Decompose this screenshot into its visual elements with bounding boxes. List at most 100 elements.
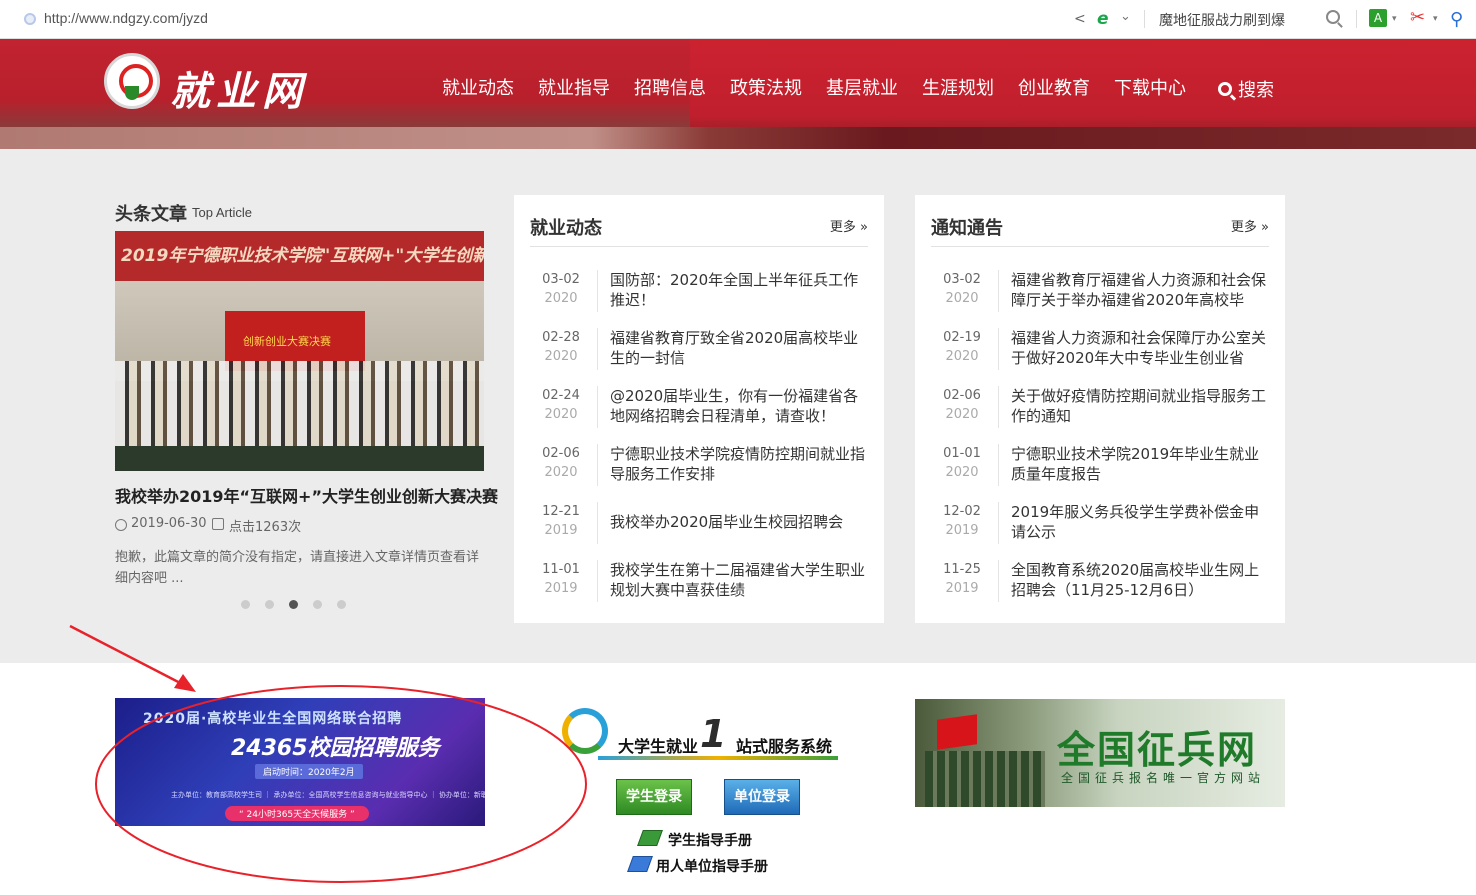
unit-login-button[interactable]: 单位登录	[724, 779, 800, 815]
more-link[interactable]: 更多 »	[1231, 216, 1269, 235]
notice-item[interactable]: 02-19 2020 福建省人力资源和社会保障厅办公室关于做好2020年大中专毕…	[931, 328, 1269, 374]
carousel-dot[interactable]	[313, 600, 322, 609]
clock-icon	[115, 519, 127, 531]
carousel-dot[interactable]	[265, 600, 274, 609]
carousel-dot-active[interactable]	[289, 600, 298, 609]
conscription-subtitle: 全国征兵报名唯一官方网站	[1061, 771, 1266, 785]
news-title[interactable]: 宁德职业技术学院疫情防控期间就业指导服务工作安排	[610, 444, 870, 484]
top-article-summary: 抱歉，此篇文章的简介没有指定，请直接进入文章详情页查看详细内容吧 ...	[115, 550, 480, 586]
chevron-down-icon[interactable]: ▾	[1392, 14, 1397, 24]
divider	[597, 270, 598, 312]
notice-year: 2020	[945, 291, 979, 306]
magnifier-icon[interactable]: ⚲	[1450, 9, 1463, 30]
notice-year: 2019	[945, 523, 979, 538]
employer-manual-link[interactable]: 用人单位指导手册	[656, 856, 768, 876]
notice-date: 11-25	[943, 562, 981, 577]
student-login-button[interactable]: 学生登录	[616, 779, 692, 815]
nav-item-recruitment[interactable]: 招聘信息	[634, 74, 706, 104]
onestop-title-left[interactable]: 大学生就业	[618, 733, 698, 757]
news-title[interactable]: @2020届毕业生，你有一份福建省各地网络招聘会日程清单，请查收！	[610, 386, 870, 426]
divider	[597, 560, 598, 602]
banner-time: 启动时间：2020年2月	[255, 764, 363, 779]
nav-search-label: 搜索	[1238, 80, 1274, 101]
notice-item[interactable]: 11-25 2019 全国教育系统2020届高校毕业生网上招聘会（11月25-1…	[931, 560, 1269, 606]
flag-icon	[937, 714, 977, 750]
news-item[interactable]: 03-02 2020 国防部：2020年全国上半年征兵工作推迟！	[530, 270, 868, 316]
nav-item-grassroots[interactable]: 基层就业	[826, 74, 898, 104]
nav-item-employment-guidance[interactable]: 就业指导	[538, 74, 610, 104]
divider	[998, 386, 999, 428]
top-article-date: 2019-06-30	[131, 516, 207, 531]
book-icon	[627, 856, 653, 872]
carousel-dot[interactable]	[241, 600, 250, 609]
news-item[interactable]: 02-28 2020 福建省教育厅致全省2020届高校毕业生的一封信	[530, 328, 868, 374]
banner-pill: “ 24小时365天全天候服务 ”	[225, 806, 369, 821]
notice-title[interactable]: 福建省教育厅福建省人力资源和社会保障厅关于举办福建省2020年高校毕	[1011, 270, 1271, 310]
news-title[interactable]: 我校学生在第十二届福建省大学生职业规划大赛中喜获佳绩	[610, 560, 870, 600]
url-field[interactable]: http://www.ndgzy.com/jyzd	[44, 10, 208, 26]
notice-title[interactable]: 2019年服义务兵役学生学费补偿金申请公示	[1011, 502, 1271, 542]
more-link[interactable]: 更多 »	[830, 216, 868, 235]
notice-title[interactable]: 全国教育系统2020届高校毕业生网上招聘会（11月25-12月6日）	[1011, 560, 1271, 600]
notice-item[interactable]: 03-02 2020 福建省教育厅福建省人力资源和社会保障厅关于举办福建省202…	[931, 270, 1269, 316]
news-date: 12-21	[542, 504, 580, 519]
notice-date: 12-02	[943, 504, 981, 519]
news-title[interactable]: 国防部：2020年全国上半年征兵工作推迟！	[610, 270, 870, 310]
notice-title[interactable]: 关于做好疫情防控期间就业指导服务工作的通知	[1011, 386, 1271, 426]
carousel-dot[interactable]	[337, 600, 346, 609]
divider	[597, 444, 598, 486]
translate-icon[interactable]: A	[1369, 9, 1387, 27]
news-date: 11-01	[542, 562, 580, 577]
notice-item[interactable]: 02-06 2020 关于做好疫情防控期间就业指导服务工作的通知	[931, 386, 1269, 432]
chevron-down-icon[interactable]: ▾	[1433, 14, 1438, 24]
divider	[530, 246, 868, 247]
soldiers-image	[925, 751, 1045, 807]
notice-title[interactable]: 福建省人力资源和社会保障厅办公室关于做好2020年大中专毕业生创业省	[1011, 328, 1271, 368]
news-title[interactable]: 我校举办2020届毕业生校园招聘会	[610, 512, 870, 552]
nav-item-career-planning[interactable]: 生涯规划	[922, 74, 994, 104]
divider	[931, 246, 1269, 247]
notice-item[interactable]: 12-02 2019 2019年服义务兵役学生学费补偿金申请公示	[931, 502, 1269, 548]
divider	[597, 502, 598, 544]
checkbox-icon	[212, 518, 224, 530]
hot-search-text[interactable]: 魔地征服战力刷到爆	[1159, 10, 1285, 30]
share-icon[interactable]: <	[1074, 11, 1090, 27]
nav-item-employment-news[interactable]: 就业动态	[442, 74, 514, 104]
news-year: 2020	[544, 291, 578, 306]
search-icon[interactable]	[1326, 10, 1340, 24]
banner-orgs: 主办单位：教育部高校学生司 ｜ 承办单位：全国高校学生信息咨询与就业指导中心 ｜…	[171, 791, 485, 799]
chevron-down-icon[interactable]: ⌄	[1120, 9, 1131, 24]
photo-screen-text: 创新创业大赛决赛	[243, 335, 331, 348]
school-emblem-icon[interactable]	[104, 53, 160, 109]
nav-item-policies[interactable]: 政策法规	[730, 74, 802, 104]
scissors-icon[interactable]: ✂	[1410, 7, 1425, 28]
top-article-photo[interactable]: 2019年宁德职业技术学院"互联网+"大学生创新创业大赛决赛 创新创业大赛决赛	[115, 231, 484, 471]
news-item[interactable]: 11-01 2019 我校学生在第十二届福建省大学生职业规划大赛中喜获佳绩	[530, 560, 868, 606]
ie-mode-icon[interactable]: e	[1097, 9, 1115, 29]
annotation-arrowhead	[174, 674, 196, 692]
nav-item-entrepreneurship[interactable]: 创业教育	[1018, 74, 1090, 104]
photo-crowd	[115, 361, 484, 451]
news-item[interactable]: 02-24 2020 @2020届毕业生，你有一份福建省各地网络招聘会日程清单，…	[530, 386, 868, 432]
news-title[interactable]: 福建省教育厅致全省2020届高校毕业生的一封信	[610, 328, 870, 368]
top-article-headline[interactable]: 我校举办2019年“互联网+”大学生创业创新大赛决赛	[115, 483, 498, 507]
panel-title: 通知通告	[931, 218, 1003, 239]
divider	[998, 270, 999, 312]
nav-search-button[interactable]: 搜索	[1218, 74, 1274, 104]
news-year: 2019	[544, 523, 578, 538]
notice-title[interactable]: 宁德职业技术学院2019年毕业生就业质量年度报告	[1011, 444, 1271, 484]
onestop-title-right[interactable]: 站式服务系统	[736, 733, 832, 757]
news-item[interactable]: 02-06 2020 宁德职业技术学院疫情防控期间就业指导服务工作安排	[530, 444, 868, 490]
notice-item[interactable]: 01-01 2020 宁德职业技术学院2019年毕业生就业质量年度报告	[931, 444, 1269, 490]
site-logo-text[interactable]: 就业网	[170, 59, 308, 117]
onestop-one: 1	[700, 712, 727, 756]
campus-recruitment-banner[interactable]: 2020届·高校毕业生全国网络联合招聘 24365校园招聘服务 启动时间：202…	[115, 698, 485, 826]
carousel-dots	[241, 600, 361, 609]
nav-item-downloads[interactable]: 下载中心	[1114, 74, 1186, 104]
news-year: 2020	[544, 465, 578, 480]
student-manual-link[interactable]: 学生指导手册	[668, 830, 752, 850]
conscription-banner[interactable]: 全国征兵网 全国征兵报名唯一官方网站	[915, 699, 1285, 807]
news-item[interactable]: 12-21 2019 我校举办2020届毕业生校园招聘会	[530, 502, 868, 548]
site-info-icon[interactable]	[24, 13, 36, 25]
employment-news-panel: 就业动态 更多 » 03-02 2020 国防部：2020年全国上半年征兵工作推…	[514, 195, 884, 623]
